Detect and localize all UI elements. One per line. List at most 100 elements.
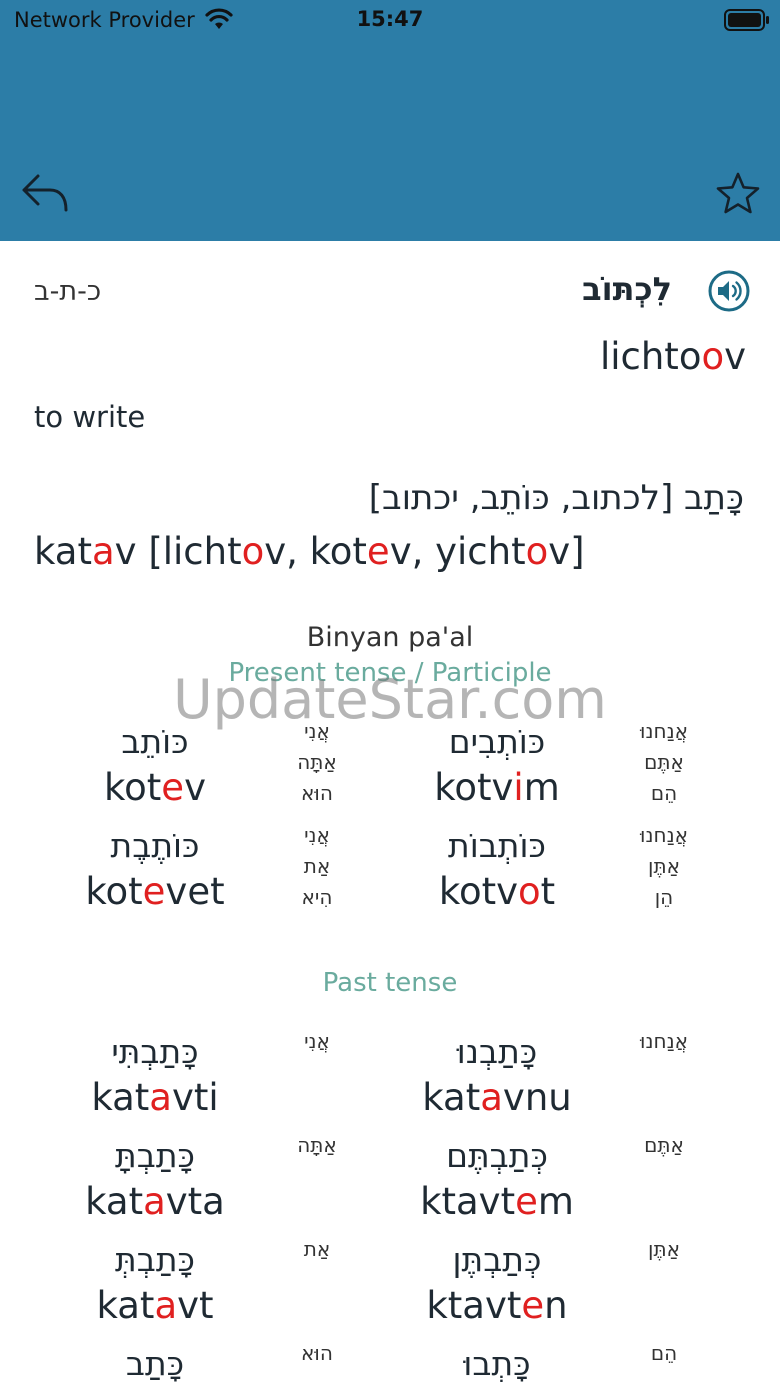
binyan-label: Binyan pa'al [306,622,474,653]
verb-infinitive-hebrew: לִכְתּוֹב [582,270,672,308]
past-tense-title: Past tense [322,968,458,998]
translit-part: n [544,1284,568,1327]
translit-part: kotv [438,870,518,913]
conjugation-form: כּוֹתְבִים kotvim [382,720,612,812]
pronoun: אֲנַחנוּ [640,823,688,847]
verb-transliteration: lichtoov [440,335,746,378]
pronoun: אֲנִי [304,719,330,743]
pronoun: אַת [303,854,331,878]
translit-part: lichto [599,335,702,378]
form-transliteration: kotvim [382,764,612,812]
pronoun-list: אֲנַחנוּ אַתֶּן הֵן [604,820,724,913]
form-transliteration: katavnu [382,1074,612,1122]
pronoun: אֲנִי [304,823,330,847]
translit-part: kotv [434,766,514,809]
conjugation-form: כְּתַבְתֶּן ktavten [382,1238,612,1330]
pronoun-list: אֲנַחנוּ אַתֶּם הֵם [604,716,724,809]
form-hebrew: כּוֹתְבוֹת [448,826,546,865]
pronoun-list: אֲנִי אַת הִיא [262,820,372,913]
pronoun: הֵם [650,781,678,805]
translit-part: v [724,335,746,378]
form-hebrew: כּוֹתֵב [121,722,189,761]
pronoun: אַתָּה [297,750,337,774]
pronoun: אַתֶּן [648,1237,680,1261]
stressed-vowel: a [143,1180,166,1223]
stressed-vowel: e [521,1284,545,1327]
stressed-vowel: e [142,870,166,913]
pronoun-list: אַת [262,1234,372,1265]
translit-part: kot [104,766,162,809]
pronoun: הִיא [301,885,333,909]
pronoun-list: אֲנִי אַתָּה הוּא [262,716,372,809]
stressed-vowel: e [366,530,390,573]
pronoun: הוּא [301,781,333,805]
form-transliteration: kotev [40,764,270,812]
form-transliteration: kotevet [40,868,270,916]
pronoun: אַתֶּם [644,750,684,774]
form-transliteration: kotvot [382,868,612,916]
pronoun: אֲנַחנוּ [640,1029,688,1053]
stressed-vowel: o [518,870,541,913]
stressed-vowel: o [701,335,725,378]
pronoun: אַתֶּם [644,1133,684,1157]
stressed-vowel: i [513,766,524,809]
pronoun-list: אַתָּה [262,1130,372,1161]
conjugation-form: כָּתַבְתִּי katavti [40,1030,270,1122]
pronoun: הֵן [654,885,674,909]
translit-part: kat [91,1076,150,1119]
translit-part: vta [165,1180,225,1223]
pronoun: אַת [303,1237,331,1261]
translit-part: kat [85,1180,144,1223]
pronoun: אַתָּה [297,1133,337,1157]
form-hebrew: כָּתַבְתְּ [115,1240,195,1279]
translit-part: v, kot [264,530,367,573]
stressed-vowel: o [241,530,265,573]
back-arrow-icon[interactable] [20,170,70,214]
translit-part: vti [171,1076,219,1119]
form-hebrew: כָּתַבְנוּ [456,1032,538,1071]
form-transliteration: katavt [40,1282,270,1330]
conjugation-form: כָּתַבְתָּ katavta [40,1134,270,1226]
translit-part: t [540,870,556,913]
pronoun-list: אַתֶּן [604,1234,724,1265]
translit-part: v [licht [114,530,242,573]
form-hebrew: כָּתַבְתִּי [111,1032,199,1071]
form-transliteration: ktavten [382,1282,612,1330]
status-bar: Network Provider 15:47 [0,0,780,40]
conjugation-form: כּוֹתְבוֹת kotvot [382,824,612,916]
translit-part: kat [96,1284,155,1327]
pronoun-list: אֲנַחנוּ [604,1026,724,1057]
translit-part: vt [177,1284,214,1327]
pronoun: אֲנַחנוּ [640,719,688,743]
star-outline-icon[interactable] [713,170,763,218]
translit-part: ktavt [426,1284,522,1327]
battery-icon [724,9,769,31]
principal-forms-transliteration: katav [lichtov, kotev, yichtov] [34,530,585,573]
stressed-vowel: a [480,1076,503,1119]
form-transliteration: ktavtem [382,1178,612,1226]
stressed-vowel: a [149,1076,172,1119]
pronoun: אַתֶּן [648,854,680,878]
stressed-vowel: e [161,766,185,809]
translit-part: kat [34,530,92,573]
principal-forms-hebrew: כָּתַב [לכתוב, כּוֹתֵב, יכתוב] [368,478,744,518]
verb-meaning: to write [34,400,146,434]
translit-part: v [184,766,206,809]
conjugation-form: כּוֹתֵב kotev [40,720,270,812]
form-hebrew: כָּתַבְתָּ [115,1136,195,1175]
form-transliteration: katavta [40,1178,270,1226]
translit-part: vnu [502,1076,572,1119]
speaker-icon[interactable] [707,269,751,313]
translit-part: m [537,1180,574,1223]
translit-part: m [523,766,560,809]
clock: 15:47 [356,7,424,31]
pronoun-list: הֵם [604,1338,724,1369]
conjugation-form: כָּתְבוּ [382,1342,612,1386]
root-letters: כ-ת-ב [34,276,102,307]
form-hebrew: כּוֹתְבִים [448,722,546,761]
conjugation-form: כְּתַבְתֶּם ktavtem [382,1134,612,1226]
translit-part: v, yicht [389,530,526,573]
form-hebrew: כְּתַבְתֶּן [452,1240,542,1279]
pronoun: הוּא [301,1341,333,1365]
present-tense-title: Present tense / Participle [228,658,552,688]
